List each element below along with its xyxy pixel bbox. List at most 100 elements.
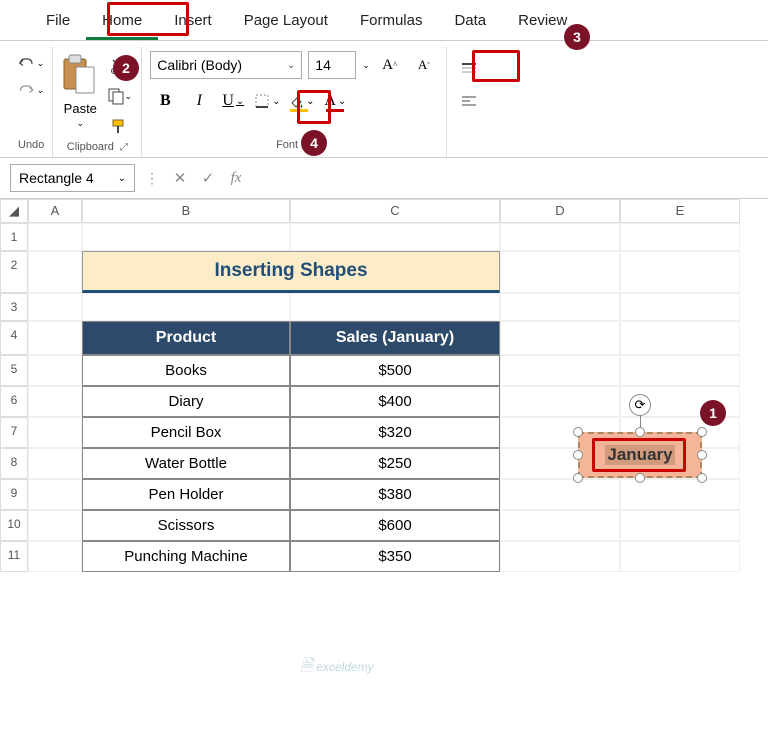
copy-button[interactable]: ⌄ — [105, 83, 133, 109]
fx-confirm-button[interactable]: ✓ — [197, 169, 219, 187]
cell[interactable] — [500, 293, 620, 321]
cell[interactable] — [28, 251, 82, 293]
row-5[interactable]: 5 — [0, 355, 28, 386]
cell[interactable] — [620, 541, 740, 572]
resize-handle-ne[interactable] — [697, 427, 707, 437]
undo-button[interactable]: ⌄ — [18, 51, 44, 75]
paste-button[interactable] — [61, 51, 99, 99]
resize-handle-s[interactable] — [635, 473, 645, 483]
td[interactable]: $380 — [290, 479, 500, 510]
td[interactable]: Pencil Box — [82, 417, 290, 448]
selected-shape[interactable]: ⟳ January — [578, 432, 702, 478]
border-button[interactable] — [252, 87, 282, 115]
sheet-title[interactable]: Inserting Shapes — [82, 251, 500, 293]
th-product[interactable]: Product — [82, 321, 290, 355]
cell[interactable] — [500, 386, 620, 417]
td[interactable]: $500 — [290, 355, 500, 386]
cell[interactable] — [82, 223, 290, 251]
col-E[interactable]: E — [620, 199, 740, 223]
fx-cancel-button[interactable]: ✕ — [169, 169, 191, 187]
resize-handle-w[interactable] — [573, 450, 583, 460]
format-painter-button[interactable] — [105, 113, 133, 139]
td[interactable]: $600 — [290, 510, 500, 541]
cell[interactable] — [28, 479, 82, 510]
row-11[interactable]: 11 — [0, 541, 28, 572]
td[interactable]: $320 — [290, 417, 500, 448]
resize-handle-nw[interactable] — [573, 427, 583, 437]
td[interactable]: Books — [82, 355, 290, 386]
cell[interactable] — [620, 321, 740, 355]
cell[interactable] — [620, 293, 740, 321]
rectangle-shape[interactable]: January — [578, 432, 702, 478]
td[interactable]: Pen Holder — [82, 479, 290, 510]
cell[interactable] — [28, 386, 82, 417]
cell[interactable] — [620, 251, 740, 293]
clipboard-launcher[interactable]: ⤢ — [120, 142, 128, 153]
font-size-dropdown[interactable]: ⌄ — [362, 60, 370, 71]
font-name-select[interactable]: Calibri (Body)⌄ — [150, 51, 302, 79]
td[interactable]: Scissors — [82, 510, 290, 541]
cell[interactable] — [500, 510, 620, 541]
tab-formulas[interactable]: Formulas — [344, 4, 439, 40]
align-left-button[interactable] — [455, 89, 483, 113]
cell[interactable] — [290, 223, 500, 251]
td[interactable]: Water Bottle — [82, 448, 290, 479]
decrease-font-button[interactable]: Aˇ — [410, 51, 438, 79]
paste-dropdown[interactable]: ⌄ — [77, 118, 85, 129]
td[interactable]: $350 — [290, 541, 500, 572]
resize-handle-sw[interactable] — [573, 473, 583, 483]
td[interactable]: $250 — [290, 448, 500, 479]
cell[interactable] — [620, 510, 740, 541]
cell[interactable] — [28, 417, 82, 448]
name-box[interactable]: Rectangle 4⌄ — [10, 164, 135, 192]
select-all-corner[interactable]: ◢ — [0, 199, 28, 223]
resize-handle-n[interactable] — [635, 427, 645, 437]
cell[interactable] — [500, 355, 620, 386]
cell[interactable] — [28, 541, 82, 572]
cell[interactable] — [500, 223, 620, 251]
cell[interactable] — [28, 223, 82, 251]
td[interactable]: Diary — [82, 386, 290, 417]
row-10[interactable]: 10 — [0, 510, 28, 541]
row-7[interactable]: 7 — [0, 417, 28, 448]
tab-file[interactable]: File — [30, 4, 86, 40]
rotate-handle-icon[interactable]: ⟳ — [629, 394, 651, 416]
italic-button[interactable]: I — [184, 87, 214, 115]
cell[interactable] — [620, 223, 740, 251]
underline-button[interactable]: U — [218, 87, 248, 115]
cell[interactable] — [500, 479, 620, 510]
col-C[interactable]: C — [290, 199, 500, 223]
tab-insert[interactable]: Insert — [158, 4, 228, 40]
cell[interactable] — [28, 510, 82, 541]
resize-handle-se[interactable] — [697, 473, 707, 483]
th-sales[interactable]: Sales (January) — [290, 321, 500, 355]
tab-pagelayout[interactable]: Page Layout — [228, 4, 344, 40]
tab-home[interactable]: Home — [86, 4, 158, 40]
col-A[interactable]: A — [28, 199, 82, 223]
fx-button[interactable]: fx — [225, 170, 247, 187]
align-top-button[interactable] — [455, 57, 483, 81]
td[interactable]: $400 — [290, 386, 500, 417]
cell[interactable] — [28, 355, 82, 386]
cell[interactable] — [500, 541, 620, 572]
cell[interactable] — [290, 293, 500, 321]
cell[interactable] — [82, 293, 290, 321]
row-6[interactable]: 6 — [0, 386, 28, 417]
cell[interactable] — [620, 479, 740, 510]
font-size-input[interactable]: 14 — [308, 51, 356, 79]
namebox-handle[interactable]: ⋮ — [141, 170, 163, 187]
resize-handle-e[interactable] — [697, 450, 707, 460]
cell[interactable] — [620, 355, 740, 386]
cell[interactable] — [28, 293, 82, 321]
increase-font-button[interactable]: A^ — [376, 51, 404, 79]
col-D[interactable]: D — [500, 199, 620, 223]
row-2[interactable]: 2 — [0, 251, 28, 293]
col-B[interactable]: B — [82, 199, 290, 223]
bold-button[interactable]: B — [150, 87, 180, 115]
cell[interactable] — [500, 251, 620, 293]
td[interactable]: Punching Machine — [82, 541, 290, 572]
row-3[interactable]: 3 — [0, 293, 28, 321]
cell[interactable] — [500, 321, 620, 355]
redo-button[interactable]: ⌄ — [18, 78, 44, 102]
row-4[interactable]: 4 — [0, 321, 28, 355]
